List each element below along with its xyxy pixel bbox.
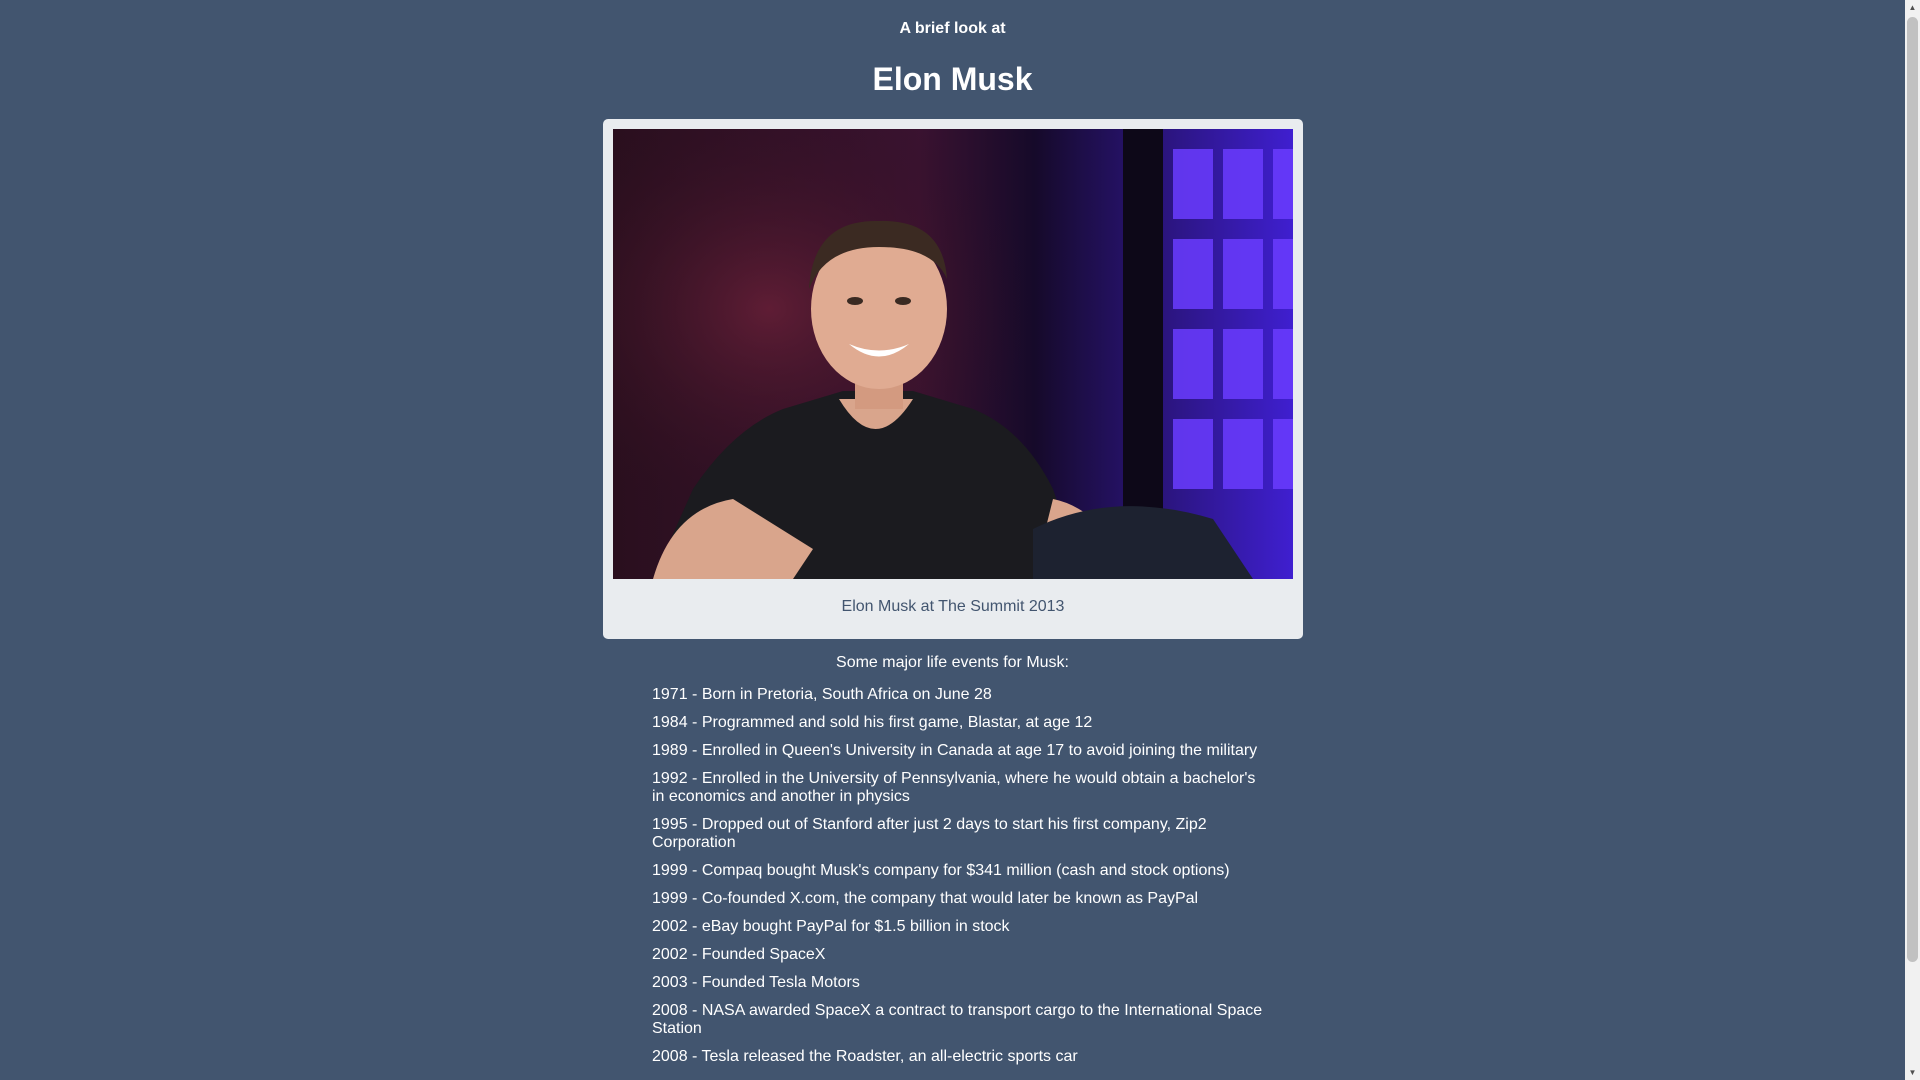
page-title: Elon Musk bbox=[872, 61, 1033, 97]
event-item: 1992 - Enrolled in the University of Pen… bbox=[652, 770, 1256, 805]
scrollbar-thumb[interactable] bbox=[1907, 17, 1918, 962]
event-item: 2003 - Founded Tesla Motors bbox=[652, 974, 860, 991]
events-list: 1971 - Born in Pretoria, South Africa on… bbox=[652, 686, 1272, 1076]
event-item: 1984 - Programmed and sold his first gam… bbox=[652, 714, 1093, 731]
vertical-scrollbar[interactable]: ▲ ▼ bbox=[1905, 0, 1920, 1080]
event-item: 2002 - Founded SpaceX bbox=[652, 946, 826, 963]
events-heading: Some major life events for Musk: bbox=[836, 654, 1069, 671]
event-item: 1995 - Dropped out of Stanford after jus… bbox=[652, 816, 1207, 851]
scroll-up-arrow-icon[interactable]: ▲ bbox=[1905, 0, 1920, 15]
event-item: 1989 - Enrolled in Queen's University in… bbox=[652, 742, 1258, 759]
event-item: 1971 - Born in Pretoria, South Africa on… bbox=[652, 686, 992, 703]
event-item: 2008 - Tesla released the Roadster, an a… bbox=[652, 1048, 1078, 1065]
event-item: 1999 - Compaq bought Musk's company for … bbox=[652, 862, 1230, 879]
scroll-down-arrow-icon[interactable]: ▼ bbox=[1905, 1065, 1920, 1080]
event-item: 2002 - eBay bought PayPal for $1.5 billi… bbox=[652, 918, 1010, 935]
portrait-photo bbox=[613, 129, 1293, 579]
page-kicker: A brief look at bbox=[899, 20, 1006, 37]
page: A brief look at Elon Musk Elon Musk at T… bbox=[0, 0, 1905, 1080]
image-card: Elon Musk at The Summit 2013 bbox=[603, 119, 1303, 639]
event-item: 2008 - NASA awarded SpaceX a contract to… bbox=[652, 1002, 1263, 1037]
image-caption: Elon Musk at The Summit 2013 bbox=[841, 598, 1065, 615]
event-item: 1999 - Co-founded X.com, the company tha… bbox=[652, 890, 1199, 907]
portrait-illustration bbox=[613, 129, 1293, 579]
